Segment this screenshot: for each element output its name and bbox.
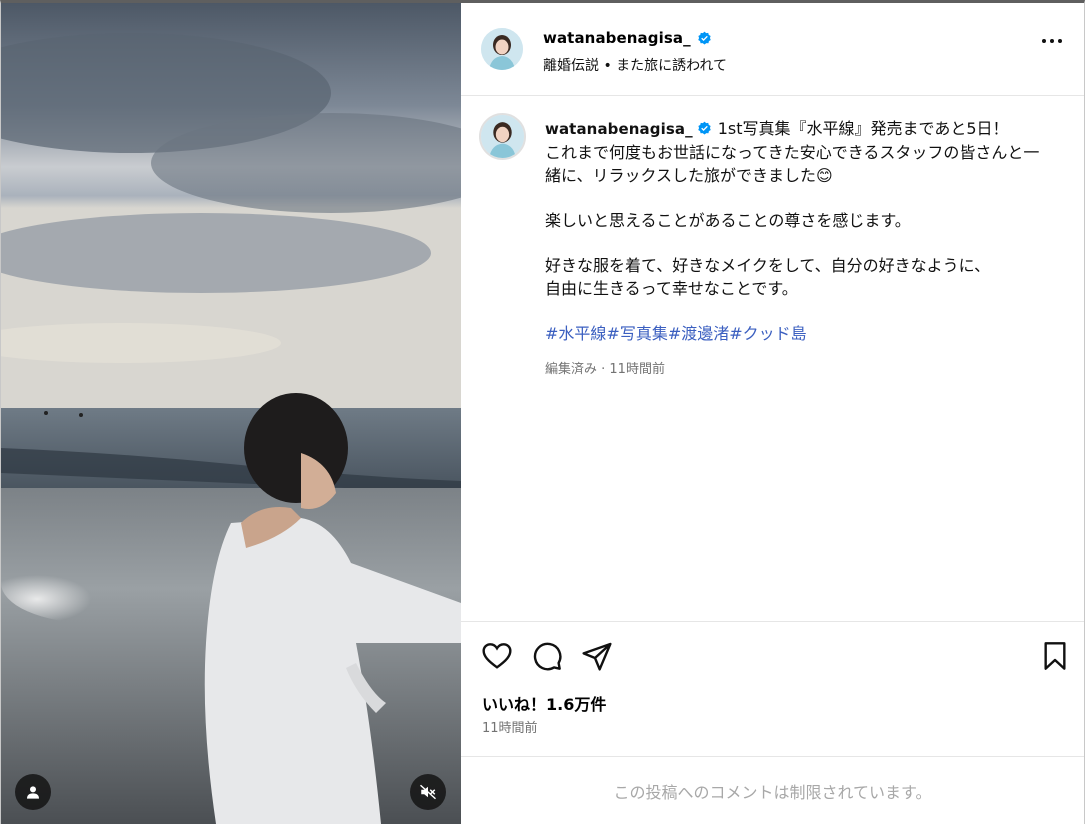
audio-subtitle[interactable]: 離婚伝説 • また旅に誘われて xyxy=(543,55,727,75)
caption-avatar[interactable] xyxy=(479,113,526,160)
hashtag-link[interactable]: #写真集 xyxy=(606,324,667,343)
comments-restricted-notice: この投稿へのコメントは制限されています。 xyxy=(461,756,1084,824)
caption-paragraph-3b: 自由に生きるって幸せなことです。 xyxy=(545,279,798,298)
username-link[interactable]: watanabenagisa_ xyxy=(543,29,691,47)
comment-icon[interactable] xyxy=(531,640,563,672)
caption-meta: 編集済み · 11時間前 xyxy=(545,362,665,377)
caption-username-link[interactable]: watanabenagisa_ xyxy=(545,120,693,138)
post-actions: いいね！1.6万件 11時間前 xyxy=(461,621,1084,756)
avatar[interactable] xyxy=(481,28,523,70)
hashtag-list: #水平線#写真集#渡邊渚#クッド島 xyxy=(545,322,1045,345)
verified-badge-icon xyxy=(697,31,711,44)
caption-line-2: これまで何度もお世話になってきた安心できるスタッフの皆さんと一緒に、リラックスし… xyxy=(545,143,1040,185)
profile-photo xyxy=(481,115,524,158)
post-header: watanabenagisa_ 離婚伝説 • また旅に誘われて xyxy=(461,3,1084,96)
mute-toggle-button[interactable] xyxy=(410,774,446,810)
hashtag-link[interactable]: #水平線 xyxy=(545,324,606,343)
post-caption: watanabenagisa_ 1st写真集『水平線』発売まであと5日！ これま… xyxy=(545,117,1045,381)
post-details-panel: watanabenagisa_ 離婚伝説 • また旅に誘われて watanabe… xyxy=(461,3,1084,824)
post-media[interactable] xyxy=(1,3,461,824)
post-timestamp[interactable]: 11時間前 xyxy=(482,717,538,736)
bookmark-icon[interactable] xyxy=(1039,640,1071,672)
more-options-icon[interactable] xyxy=(1042,39,1062,43)
header-username-row: watanabenagisa_ xyxy=(543,29,712,47)
muted-speaker-icon xyxy=(419,784,437,800)
likes-count[interactable]: いいね！1.6万件 xyxy=(482,691,606,715)
caption-line-1: 1st写真集『水平線』発売まであと5日！ xyxy=(717,119,1009,138)
heart-icon[interactable] xyxy=(481,640,513,672)
hashtag-link[interactable]: #クッド島 xyxy=(729,324,806,343)
user-icon xyxy=(27,786,39,799)
caption-paragraph-2: 楽しいと思えることがあることの尊さを感じます。 xyxy=(545,211,911,230)
post-modal: watanabenagisa_ 離婚伝説 • また旅に誘われて watanabe… xyxy=(0,0,1085,824)
profile-photo xyxy=(481,28,523,70)
beach-photo xyxy=(1,3,461,824)
share-icon[interactable] xyxy=(581,640,613,672)
tagged-users-button[interactable] xyxy=(15,774,51,810)
verified-badge-icon xyxy=(697,121,711,135)
hashtag-link[interactable]: #渡邊渚 xyxy=(668,324,729,343)
caption-paragraph-3a: 好きな服を着て、好きなメイクをして、自分の好きなように、 xyxy=(545,256,991,275)
